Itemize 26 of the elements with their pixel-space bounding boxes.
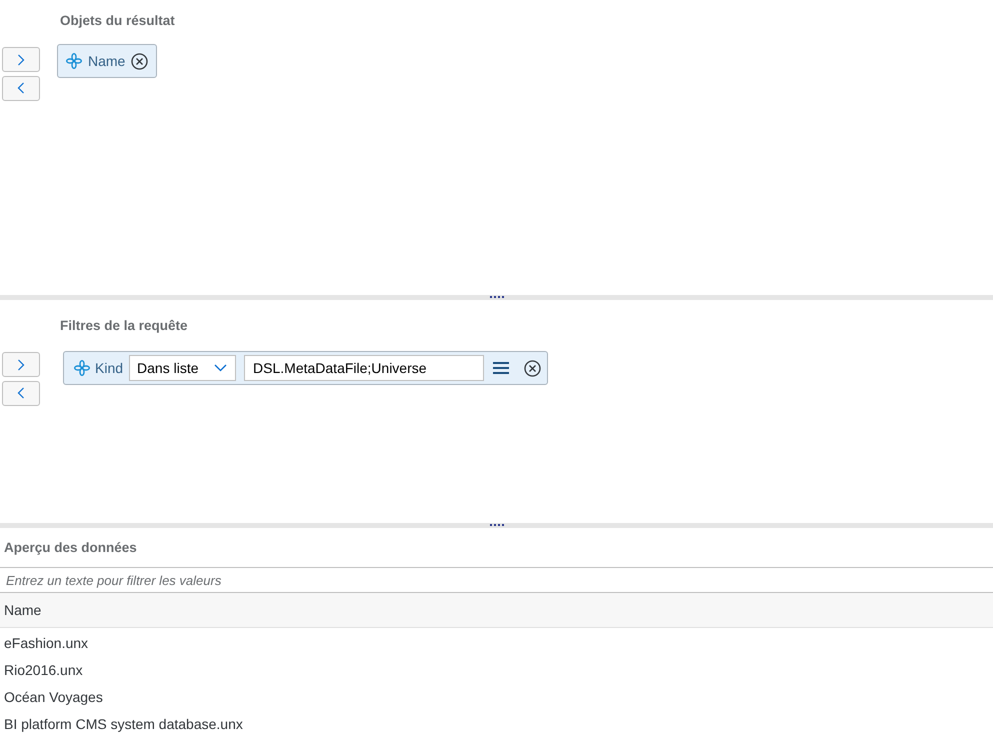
column-header[interactable]: Name: [4, 600, 42, 621]
table-cell-text: BI platform CMS system database.unx: [4, 715, 243, 734]
section-title: Aperçu des données: [3, 539, 138, 557]
value-field[interactable]: DSL.MetaDataFile;Universe: [244, 355, 484, 381]
table-cell-text: Rio2016.unx: [4, 661, 83, 680]
filter-object: Kind: [95, 358, 124, 378]
table-cell-text: Océan Voyages: [4, 688, 103, 708]
chip-label: Name: [88, 52, 126, 70]
list-icon[interactable]: [492, 361, 510, 375]
chevron-left-icon: [17, 387, 25, 399]
close-icon[interactable]: [131, 52, 148, 70]
table-cell-text: eFashion.unx: [4, 634, 88, 654]
petal-icon: [66, 53, 82, 69]
splitter-handle[interactable]: [490, 296, 504, 299]
chevron-left-icon: [17, 82, 25, 94]
chevron-right-icon: [17, 54, 25, 66]
operator-dropdown[interactable]: Dans liste: [129, 355, 236, 381]
chevron-right-icon: [17, 358, 25, 370]
filter-field[interactable]: Entrez un texte pour filtrer les valeurs: [0, 567, 993, 594]
chevron-down-icon: [214, 364, 228, 372]
section-title: Objets du résultat: [60, 12, 175, 30]
petal-icon: [74, 360, 90, 376]
close-icon[interactable]: [524, 360, 542, 376]
object-chip[interactable]: Name: [57, 44, 158, 78]
splitter-handle[interactable]: [490, 524, 504, 527]
section-title: Filtres de la requête: [60, 317, 188, 335]
